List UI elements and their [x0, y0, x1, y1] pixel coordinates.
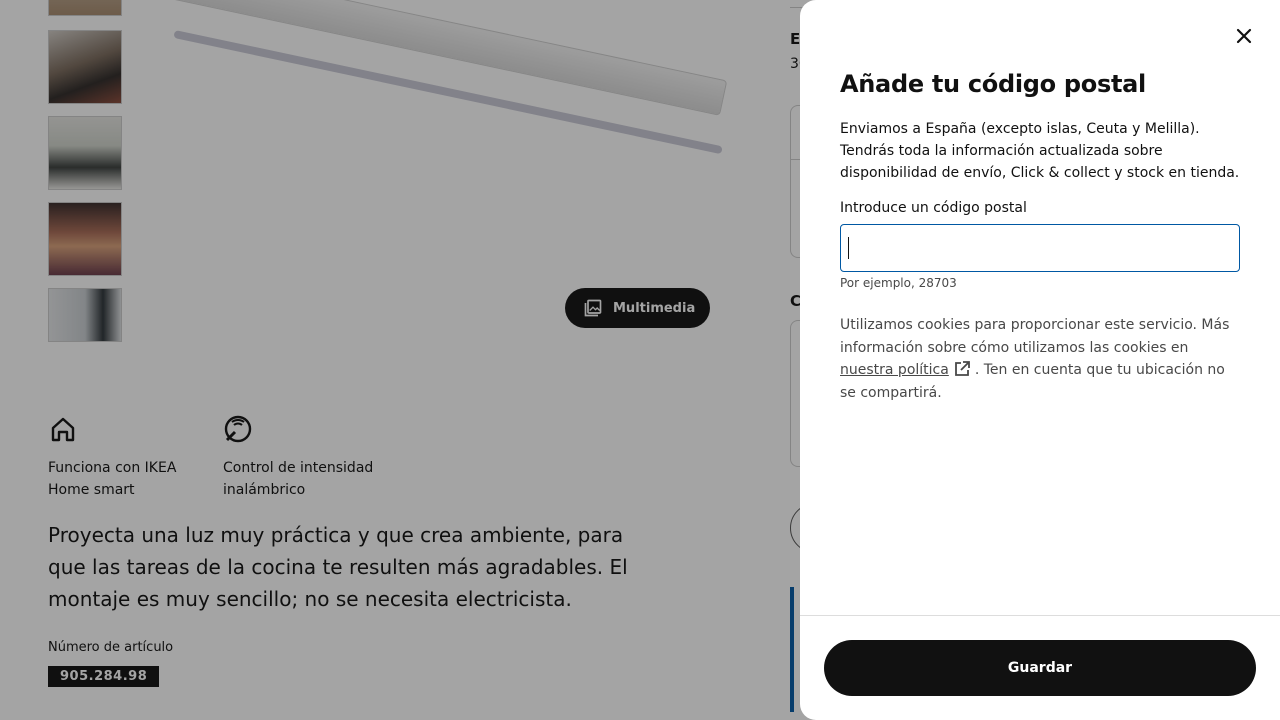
modal-title: Añade tu código postal	[840, 70, 1146, 98]
footer-divider	[800, 615, 1280, 616]
save-button[interactable]: Guardar	[824, 640, 1256, 696]
cookies-text: Utilizamos cookies para proporcionar est…	[840, 317, 1230, 356]
postal-code-input[interactable]	[840, 224, 1240, 272]
text-caret	[848, 237, 849, 259]
close-button[interactable]	[1226, 18, 1262, 54]
postal-code-label: Introduce un código postal	[840, 200, 1027, 216]
cookies-notice: Utilizamos cookies para proporcionar est…	[840, 314, 1240, 404]
external-link-icon	[954, 361, 970, 376]
policy-link[interactable]: nuestra política	[840, 362, 949, 378]
close-icon	[1236, 28, 1252, 44]
postal-code-helper: Por ejemplo, 28703	[840, 276, 957, 290]
modal-intro: Enviamos a España (excepto islas, Ceuta …	[840, 121, 1240, 181]
